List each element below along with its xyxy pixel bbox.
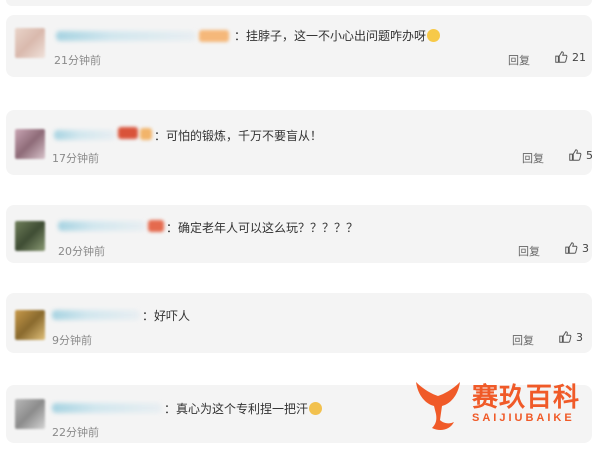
avatar[interactable] bbox=[15, 221, 45, 251]
avatar[interactable] bbox=[15, 310, 45, 340]
laughing-emoji-icon bbox=[427, 29, 441, 42]
comment-card-partial bbox=[6, 0, 592, 6]
username-blurred[interactable] bbox=[52, 310, 140, 320]
like-count: 3 bbox=[582, 241, 589, 255]
comment-time: 22分钟前 bbox=[52, 426, 99, 439]
reply-button[interactable]: 回复 bbox=[512, 332, 534, 348]
username-blurred[interactable] bbox=[54, 130, 116, 140]
comment-feed: ：挂脖子，这一不小心出问题咋办呀 21分钟前 回复 21 ：可怕的锻炼，千万不要… bbox=[0, 0, 600, 450]
avatar[interactable] bbox=[15, 399, 45, 429]
like-count: 5 bbox=[586, 148, 593, 162]
user-badge-blurred bbox=[140, 128, 152, 140]
username-blurred[interactable] bbox=[52, 403, 162, 413]
username-blurred[interactable] bbox=[58, 221, 146, 231]
comment-text: ：确定老年人可以这么玩？？？？？ bbox=[166, 221, 359, 235]
reply-button[interactable]: 回复 bbox=[522, 150, 544, 166]
comment-card: ：确定老年人可以这么玩？？？？？ 20分钟前 回复 3 bbox=[6, 205, 592, 263]
thumbs-up-icon bbox=[569, 149, 582, 161]
thumbs-up-icon bbox=[555, 51, 568, 63]
like-count: 3 bbox=[576, 330, 583, 344]
watermark-title: 赛玖百科 bbox=[472, 382, 581, 412]
comment-time: 20分钟前 bbox=[58, 245, 105, 258]
like-button[interactable]: 3 bbox=[558, 330, 583, 344]
reply-button[interactable]: 回复 bbox=[508, 52, 530, 68]
comment-text: ：挂脖子，这一不小心出问题咋办呀 bbox=[234, 27, 441, 44]
comment-time: 21分钟前 bbox=[54, 54, 101, 67]
comment-text: ：可怕的锻炼，千万不要盲从！ bbox=[154, 129, 323, 143]
whale-tail-icon bbox=[416, 382, 460, 430]
thumbs-up-icon bbox=[565, 242, 578, 254]
watermark-subtitle: SAIJIUBAIKE bbox=[472, 412, 575, 424]
watermark-logo: 赛玖百科 SAIJIUBAIKE bbox=[410, 372, 595, 436]
thumbs-up-icon bbox=[559, 331, 572, 343]
like-button[interactable]: 3 bbox=[564, 241, 589, 255]
comment-card: ：好吓人 9分钟前 回复 3 bbox=[6, 293, 592, 353]
avatar[interactable] bbox=[15, 129, 45, 159]
comment-text: ：好吓人 bbox=[142, 309, 191, 323]
comment-card: ：可怕的锻炼，千万不要盲从！ 17分钟前 回复 5 bbox=[6, 110, 593, 175]
like-count: 21 bbox=[572, 50, 586, 64]
comment-time: 17分钟前 bbox=[52, 152, 99, 165]
like-button[interactable]: 5 bbox=[568, 148, 593, 162]
comment-time: 9分钟前 bbox=[52, 334, 92, 347]
user-badge-blurred bbox=[199, 30, 229, 42]
user-badge-blurred bbox=[118, 127, 138, 139]
user-badge-blurred bbox=[148, 220, 164, 232]
sweat-emoji-icon bbox=[309, 402, 323, 415]
comment-card: ：挂脖子，这一不小心出问题咋办呀 21分钟前 回复 21 bbox=[6, 15, 592, 77]
like-button[interactable]: 21 bbox=[554, 50, 586, 64]
username-blurred[interactable] bbox=[56, 31, 196, 41]
comment-text: ：真心为这个专利捏一把汗 bbox=[164, 400, 323, 417]
avatar[interactable] bbox=[15, 28, 45, 58]
reply-button[interactable]: 回复 bbox=[518, 243, 540, 259]
